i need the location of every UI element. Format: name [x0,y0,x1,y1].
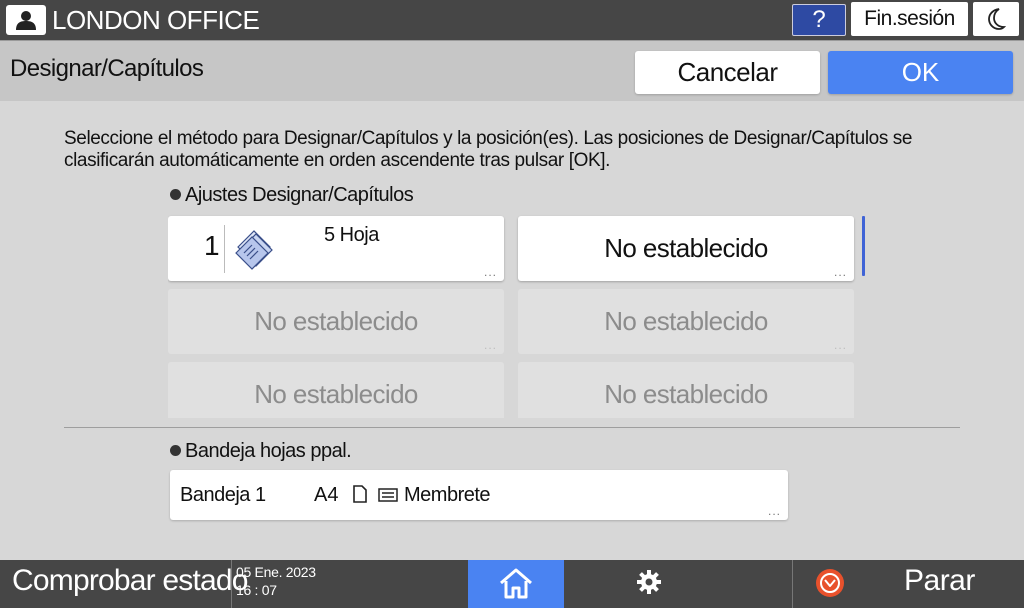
user-icon [16,11,36,30]
more-dots-icon: ... [483,338,497,352]
check-status-button[interactable]: Comprobar estado [12,564,248,598]
cancel-button[interactable]: Cancelar [635,51,820,94]
more-dots-icon: ... [767,504,781,518]
settings-section-label: Ajustes Designar/Capítulos [170,184,414,207]
tray-section-label: Bandeja hojas ppal. [170,440,352,463]
more-dots-icon: ... [833,265,847,279]
night-mode-button[interactable] [973,2,1019,36]
bullet-dot [170,445,181,456]
settings-section-title: Ajustes Designar/Capítulos [185,184,414,206]
paper-size: A4 [314,484,339,506]
datetime-display: 05 Ene. 2023 16 : 07 [236,563,316,599]
header-bar: Designar/Capítulos Cancelar OK [0,40,1024,101]
paper-stack-icon [378,488,398,502]
help-button[interactable]: ? [792,4,846,36]
logout-button[interactable]: Fin.sesión [851,2,968,36]
time-text: 16 : 07 [236,582,277,598]
top-bar: LONDON OFFICE ? Fin.sesión [0,0,1024,40]
more-dots-icon: ... [833,411,847,418]
slot-label: No establecido [254,379,418,409]
date-text: 05 Ene. 2023 [236,564,316,580]
home-icon [500,568,532,599]
chapter-slot-4: No establecido ... [518,289,854,354]
scroll-indicator[interactable] [862,216,865,276]
slot-label: No establecido [604,379,768,409]
tray-name: Bandeja 1 [180,484,266,506]
slot-sheet-count: 5 Hoja [324,224,379,246]
tray-section-title: Bandeja hojas ppal. [185,440,352,462]
paper-type: Membrete [404,484,491,506]
chapter-slot-2[interactable]: No establecido ... [518,216,854,281]
moon-icon [988,8,1006,30]
home-button[interactable] [468,560,564,608]
settings-button[interactable] [620,560,676,608]
more-dots-icon: ... [483,265,497,279]
chapter-slot-1[interactable]: 1 5 Hoja ... [168,216,504,281]
paper-portrait-icon [353,485,367,503]
more-dots-icon: ... [833,338,847,352]
chapter-slot-6: No establecido ... [518,362,854,418]
gear-icon [637,570,661,594]
section-divider [64,427,960,428]
office-name: LONDON OFFICE [52,5,260,35]
slot-label: No establecido [254,306,418,336]
page-title: Designar/Capítulos [10,55,204,82]
chapter-slots-grid: 1 5 Hoja ... No establecido ... No estab… [168,214,868,418]
slot-separator [224,225,225,273]
slot-label: No establecido [604,233,768,263]
stop-icon[interactable] [815,568,845,598]
chapter-slot-5: No establecido ... [168,362,504,418]
instruction-text: Seleccione el método para Designar/Capít… [64,128,913,171]
more-dots-icon: ... [483,411,497,418]
chapter-slot-3: No establecido ... [168,289,504,354]
slot-number: 1 [204,230,220,261]
bullet-dot [170,189,181,200]
bottom-bar: Comprobar estado 05 Ene. 2023 16 : 07 Pa… [0,560,1024,608]
bar-separator [792,560,793,608]
slot-label: No establecido [604,306,768,336]
ok-button[interactable]: OK [828,51,1013,94]
user-button[interactable] [6,5,46,35]
bar-separator [231,560,232,608]
tray-selector[interactable]: Bandeja 1 A4 Membrete ... [170,470,788,520]
document-stack-icon [235,230,273,270]
stop-button[interactable]: Parar [904,564,975,598]
